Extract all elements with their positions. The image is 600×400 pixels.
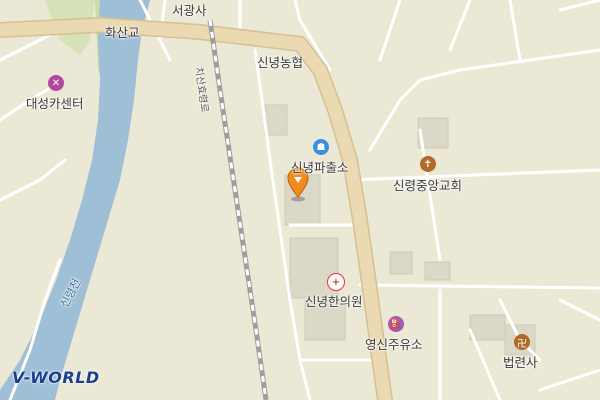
label-sinnyeong-jungang-church: 신령중앙교회 (393, 178, 463, 193)
vworld-logo: V-WORLD (12, 368, 100, 387)
label-seogwangsa: 서광사 (172, 3, 207, 18)
label-sinnyeong-police: 신녕파출소 (291, 160, 349, 175)
church-icon[interactable]: ✝ (420, 156, 436, 172)
temple-icon[interactable]: 卍 (514, 334, 530, 350)
label-hwasangyo: 화산교 (105, 25, 140, 40)
label-beopyeonsa: 법련사 (503, 355, 538, 370)
label-yeongsin-gas-station: 영신주유소 (365, 337, 423, 352)
label-sinnyeong-clinic: 신녕한의원 (305, 294, 363, 309)
hospital-icon[interactable]: + (327, 273, 345, 291)
police-icon[interactable]: ☗ (313, 139, 329, 155)
label-daeseong-car-center: 대성카센터 (26, 96, 84, 111)
fuel-icon[interactable]: ⛽ (388, 316, 404, 332)
label-sinnyeong-nonghyup: 신녕농협 (257, 55, 304, 70)
wrench-icon[interactable]: ✕ (48, 75, 64, 91)
